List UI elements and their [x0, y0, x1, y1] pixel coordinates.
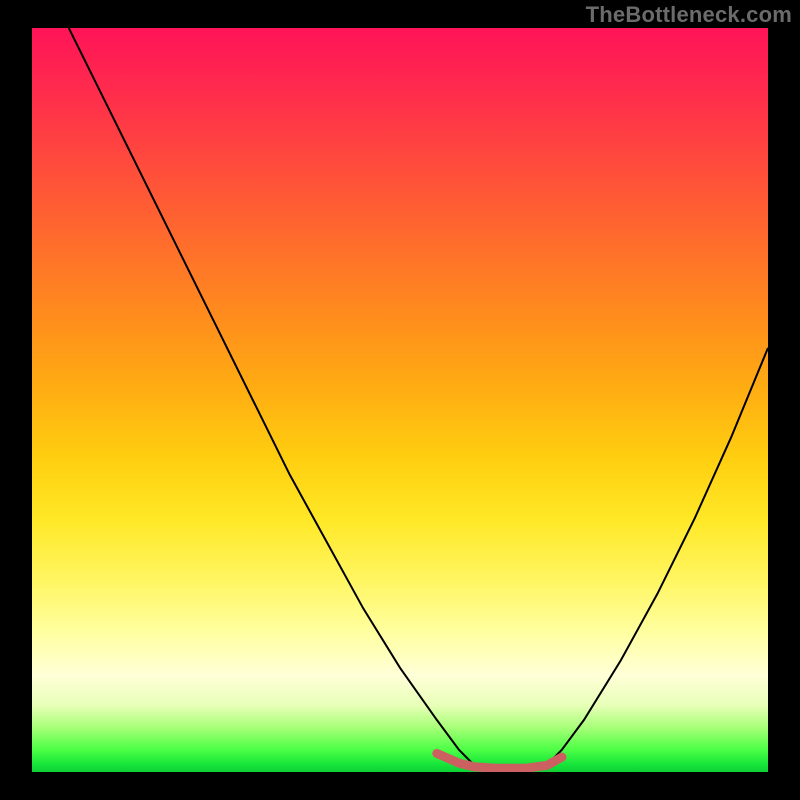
- bottleneck-curve: [69, 28, 768, 772]
- chart-svg: [32, 28, 768, 772]
- watermark-text: TheBottleneck.com: [586, 2, 792, 28]
- chart-frame: TheBottleneck.com: [0, 0, 800, 800]
- optimal-band: [437, 753, 562, 768]
- plot-area: [32, 28, 768, 772]
